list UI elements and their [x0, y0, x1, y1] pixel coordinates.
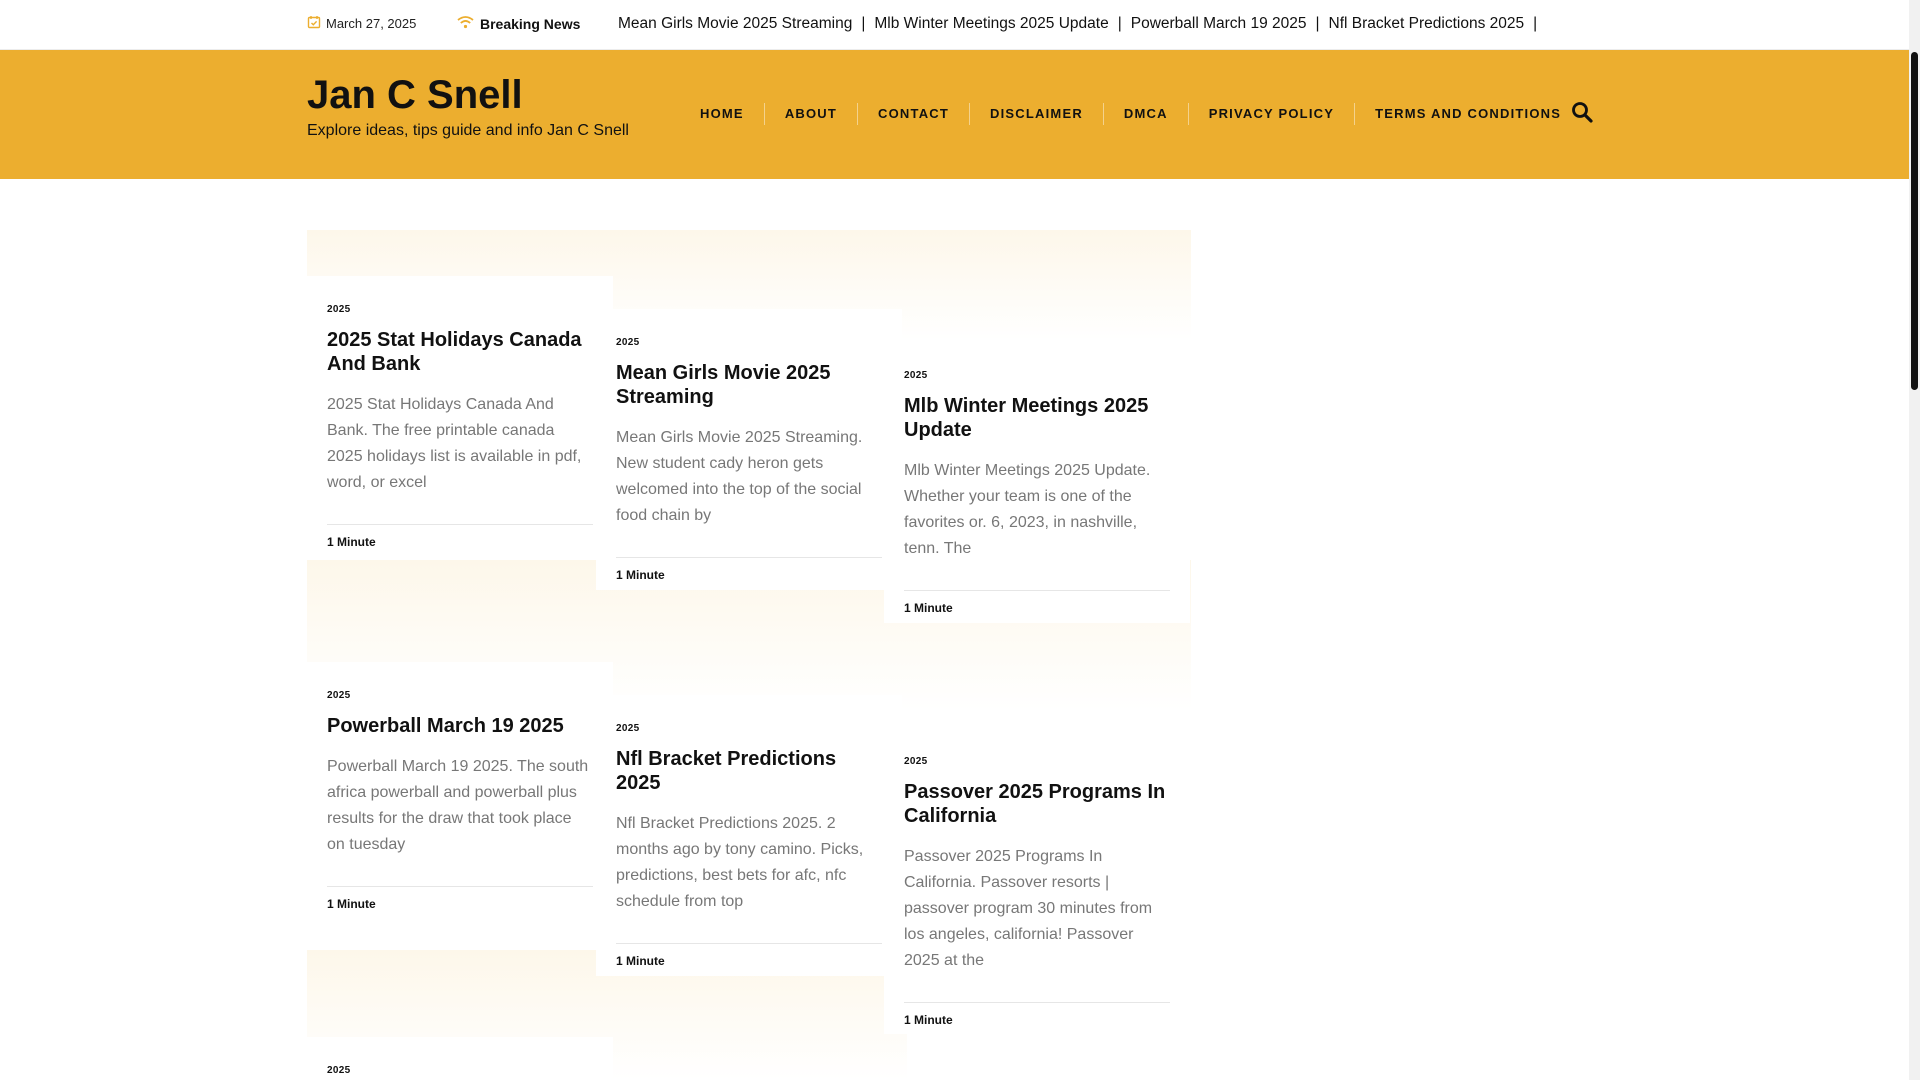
- post-card[interactable]: 2025 Mean Girls Movie 2025 Streaming Mea…: [596, 309, 902, 590]
- main-nav: HOME ABOUT CONTACT DISCLAIMER DMCA PRIVA…: [680, 103, 1581, 125]
- nav-disclaimer[interactable]: DISCLAIMER: [969, 103, 1103, 125]
- post-category[interactable]: 2025: [327, 304, 593, 315]
- post-card[interactable]: 2025 2025 Stat Holidays Canada And Bank …: [307, 276, 613, 557]
- site-tagline: Explore ideas, tips guide and info Jan C…: [307, 122, 629, 139]
- post-title[interactable]: Mean Girls Movie 2025 Streaming: [616, 361, 882, 409]
- post-excerpt: Nfl Bracket Predictions 2025. 2 months a…: [616, 815, 864, 910]
- top-bar: March 27, 2025 Breaking News Mean Girls …: [0, 0, 1909, 50]
- breaking-news-label: Breaking News: [457, 15, 580, 32]
- nav-terms-and-conditions[interactable]: TERMS AND CONDITIONS: [1354, 103, 1581, 125]
- nav-privacy-policy[interactable]: PRIVACY POLICY: [1187, 103, 1354, 125]
- post-card[interactable]: 2025: [307, 1037, 613, 1080]
- post-card[interactable]: 2025 Powerball March 19 2025 Powerball M…: [307, 662, 613, 930]
- post-category[interactable]: 2025: [904, 370, 1170, 381]
- wifi-icon: [457, 15, 474, 32]
- site-header: Jan C Snell Explore ideas, tips guide an…: [0, 50, 1909, 179]
- page-scrollbar-thumb[interactable]: [1911, 52, 1918, 390]
- post-excerpt: Passover 2025 Programs In California. Pa…: [904, 848, 1153, 969]
- nav-home[interactable]: HOME: [680, 103, 764, 125]
- ticker-separator: |: [861, 15, 866, 32]
- site-branding: Jan C Snell Explore ideas, tips guide an…: [307, 71, 629, 140]
- search-button[interactable]: [1570, 100, 1594, 124]
- post-card[interactable]: 2025 Nfl Bracket Predictions 2025 Nfl Br…: [596, 695, 902, 976]
- ticker-item[interactable]: Mlb Winter Meetings 2025 Update: [874, 15, 1108, 33]
- post-read-time: 1 Minute: [616, 568, 665, 582]
- post-title[interactable]: Powerball March 19 2025: [327, 714, 593, 738]
- post-title[interactable]: Mlb Winter Meetings 2025 Update: [904, 394, 1170, 442]
- card-divider: [327, 524, 593, 525]
- breaking-news-text: Breaking News: [480, 15, 581, 32]
- post-read-time: 1 Minute: [904, 1013, 953, 1027]
- post-excerpt: Mean Girls Movie 2025 Streaming. New stu…: [616, 429, 863, 524]
- post-category[interactable]: 2025: [327, 1065, 593, 1076]
- current-date: March 27, 2025: [307, 15, 416, 32]
- post-category[interactable]: 2025: [327, 690, 593, 701]
- post-category[interactable]: 2025: [616, 337, 882, 348]
- nav-contact[interactable]: CONTACT: [857, 103, 969, 125]
- post-read-time: 1 Minute: [904, 601, 953, 615]
- post-read-time: 1 Minute: [327, 897, 376, 911]
- date-text: March 27, 2025: [326, 16, 417, 31]
- post-excerpt: 2025 Stat Holidays Canada And Bank. The …: [327, 396, 582, 491]
- nav-dmca[interactable]: DMCA: [1102, 103, 1188, 125]
- post-read-time: 1 Minute: [327, 535, 376, 549]
- card-divider: [904, 590, 1170, 591]
- search-icon: [1570, 102, 1594, 128]
- post-card[interactable]: 2025 Mlb Winter Meetings 2025 Update Mlb…: [884, 342, 1190, 623]
- ticker-separator: |: [1533, 15, 1538, 32]
- card-divider: [904, 1002, 1170, 1003]
- post-title[interactable]: 2025 Stat Holidays Canada And Bank: [327, 328, 593, 376]
- post-excerpt: Mlb Winter Meetings 2025 Update. Whether…: [904, 462, 1151, 557]
- ticker-separator: |: [1315, 15, 1320, 32]
- card-divider: [616, 557, 882, 558]
- ticker-item[interactable]: Mean Girls Movie 2025 Streaming: [618, 15, 852, 33]
- post-title[interactable]: Passover 2025 Programs In California: [904, 780, 1170, 828]
- post-read-time: 1 Minute: [616, 954, 665, 968]
- ticker-separator: |: [1117, 15, 1122, 32]
- post-title[interactable]: Nfl Bracket Predictions 2025: [616, 747, 882, 795]
- card-divider: [327, 886, 593, 887]
- news-ticker: Mean Girls Movie 2025 Streaming | Mlb Wint…: [618, 15, 1648, 37]
- calendar-check-icon: [307, 15, 321, 32]
- post-card[interactable]: 2025 Passover 2025 Programs In Californi…: [884, 728, 1190, 1034]
- card-divider: [616, 943, 882, 944]
- nav-about[interactable]: ABOUT: [763, 103, 857, 125]
- post-category[interactable]: 2025: [904, 756, 1170, 767]
- ticker-item[interactable]: Powerball March 19 2025: [1131, 15, 1307, 33]
- site-title[interactable]: Jan C Snell: [307, 71, 629, 119]
- post-excerpt: Powerball March 19 2025. The south afric…: [327, 758, 589, 853]
- ticker-item[interactable]: Nfl Bracket Predictions 2025: [1329, 15, 1525, 33]
- post-category[interactable]: 2025: [616, 723, 882, 734]
